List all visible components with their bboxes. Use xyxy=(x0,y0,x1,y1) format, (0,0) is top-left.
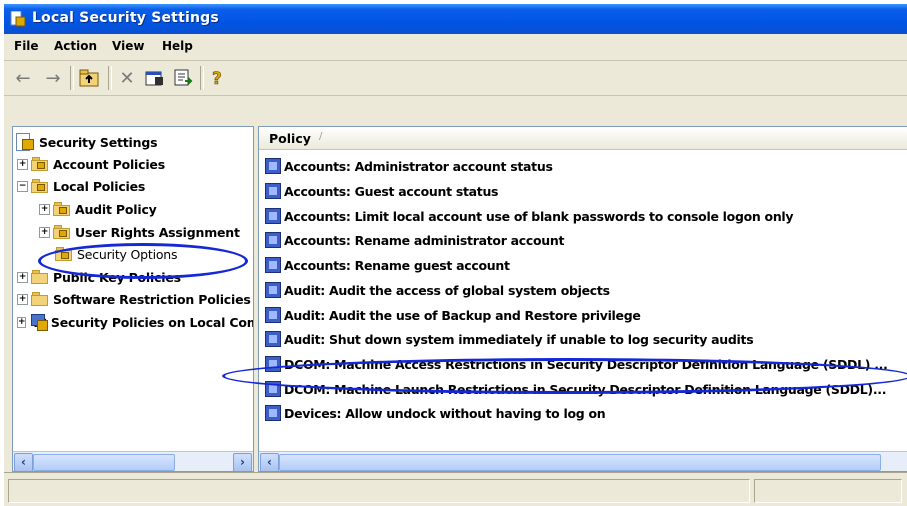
tree-root-security-settings[interactable]: Security Settings xyxy=(15,131,158,153)
policy-name: Accounts: Limit local account use of bla… xyxy=(284,208,794,224)
window-title: Local Security Settings xyxy=(32,10,219,26)
policy-list-pane[interactable]: Policy / Accounts: Administrator account… xyxy=(258,126,907,472)
policy-icon xyxy=(265,282,281,298)
policy-icon xyxy=(265,307,281,323)
tree-label: Local Policies xyxy=(53,178,146,194)
policy-icon xyxy=(265,183,281,199)
scroll-left-icon[interactable]: ‹ xyxy=(260,453,279,471)
folder-icon xyxy=(31,292,49,306)
menu-action[interactable]: Action xyxy=(54,39,97,53)
export-list-icon[interactable] xyxy=(172,67,194,89)
column-header-policy[interactable]: Policy / xyxy=(259,127,907,150)
security-settings-app-icon xyxy=(10,11,26,27)
policy-icon xyxy=(265,257,281,273)
scrollbar-thumb[interactable] xyxy=(279,454,881,471)
tree-item-user-rights-assignment[interactable]: + User Rights Assignment xyxy=(39,221,253,243)
policy-name: Devices: Allow undock without having to … xyxy=(284,405,606,421)
svg-text:?: ? xyxy=(212,69,222,88)
toolbar-separator xyxy=(200,66,204,90)
back-icon[interactable]: ← xyxy=(12,67,34,89)
folder-lock-icon xyxy=(31,179,49,193)
tree-label: Security Settings xyxy=(39,134,158,150)
policy-icon xyxy=(265,158,281,174)
policy-row[interactable]: Accounts: Rename guest account xyxy=(265,254,510,276)
delete-icon[interactable]: ✕ xyxy=(116,67,138,89)
title-bar[interactable]: Local Security Settings xyxy=(4,4,907,34)
column-header-label: Policy xyxy=(269,131,311,146)
expand-icon[interactable]: + xyxy=(17,271,28,283)
scrollbar-thumb[interactable] xyxy=(33,454,175,471)
tree-item-software-restriction-policies[interactable]: + Software Restriction Policies xyxy=(17,288,253,310)
menu-view[interactable]: View xyxy=(112,39,144,53)
policy-name: Audit: Audit the use of Backup and Resto… xyxy=(284,307,641,323)
policy-row[interactable]: Audit: Audit the use of Backup and Resto… xyxy=(265,304,641,326)
policy-row[interactable]: Devices: Allow undock without having to … xyxy=(265,402,606,424)
toolbar-separator xyxy=(70,66,74,90)
tree-item-local-policies[interactable]: − Local Policies xyxy=(17,175,145,197)
highlight-ellipse-security-options xyxy=(38,243,248,279)
security-settings-icon xyxy=(15,133,35,151)
policy-name: Audit: Audit the access of global system… xyxy=(284,282,610,298)
tree-item-audit-policy[interactable]: + Audit Policy xyxy=(39,198,157,220)
policy-name: Accounts: Guest account status xyxy=(284,183,499,199)
scroll-right-icon[interactable]: › xyxy=(233,453,252,471)
status-cell xyxy=(754,479,902,503)
tree-label: Account Policies xyxy=(53,156,165,172)
tree-label: User Rights Assignment xyxy=(75,224,240,240)
status-cell xyxy=(8,479,750,503)
policy-row[interactable]: Audit: Shut down system immediately if u… xyxy=(265,328,754,350)
tree-label: Audit Policy xyxy=(75,201,157,217)
policy-row[interactable]: Accounts: Administrator account status xyxy=(265,155,553,177)
status-bar xyxy=(4,472,907,506)
policy-icon xyxy=(265,331,281,347)
policy-icon xyxy=(265,405,281,421)
tree-label: Software Restriction Policies xyxy=(53,291,251,307)
menu-bar: File Action View Help xyxy=(4,34,907,61)
folder-lock-icon xyxy=(31,157,49,171)
properties-icon[interactable] xyxy=(144,67,166,89)
tree-item-ip-security-policies[interactable]: + IP Security Policies on Local Computer xyxy=(17,311,253,333)
toolbar: ← → ✕ ? xyxy=(4,61,907,96)
toolbar-separator xyxy=(108,66,112,90)
tree-item-account-policies[interactable]: + Account Policies xyxy=(17,153,165,175)
policy-name: Accounts: Administrator account status xyxy=(284,158,553,174)
expand-icon[interactable]: + xyxy=(39,203,50,215)
policy-row[interactable]: Accounts: Guest account status xyxy=(265,180,498,202)
policy-name: Audit: Shut down system immediately if u… xyxy=(284,331,754,347)
policy-icon xyxy=(265,208,281,224)
folder-lock-icon xyxy=(53,225,71,239)
folder-lock-icon xyxy=(53,202,71,216)
help-icon[interactable]: ? xyxy=(208,67,230,89)
menu-file[interactable]: File xyxy=(14,39,39,53)
menu-help[interactable]: Help xyxy=(162,39,193,53)
policy-row[interactable]: Accounts: Rename administrator account xyxy=(265,229,564,251)
main-content: Security Settings + Account Policies − L… xyxy=(12,126,907,472)
policy-icon xyxy=(265,232,281,248)
scroll-left-icon[interactable]: ‹ xyxy=(14,453,33,471)
policy-name: Accounts: Rename administrator account xyxy=(284,232,565,248)
highlight-ellipse-dcom-row xyxy=(222,358,907,394)
expand-icon[interactable]: + xyxy=(39,226,50,238)
tree-pane[interactable]: Security Settings + Account Policies − L… xyxy=(12,126,254,472)
policy-row[interactable]: Accounts: Limit local account use of bla… xyxy=(265,205,794,227)
tree-label: IP Security Policies on Local Computer xyxy=(33,314,253,330)
expand-icon[interactable]: + xyxy=(17,158,28,170)
up-folder-icon[interactable] xyxy=(78,67,100,89)
collapse-icon[interactable]: − xyxy=(17,180,28,192)
expand-icon[interactable]: + xyxy=(17,316,27,328)
sort-indicator: / xyxy=(319,131,323,142)
policy-name: Accounts: Rename guest account xyxy=(284,257,510,273)
list-horizontal-scrollbar[interactable]: ‹ xyxy=(259,451,907,471)
policy-row[interactable]: Audit: Audit the access of global system… xyxy=(265,279,610,301)
forward-icon[interactable]: → xyxy=(42,67,64,89)
tree-horizontal-scrollbar[interactable]: ‹ › xyxy=(13,451,253,471)
expand-icon[interactable]: + xyxy=(17,293,28,305)
folder-icon xyxy=(31,270,49,284)
